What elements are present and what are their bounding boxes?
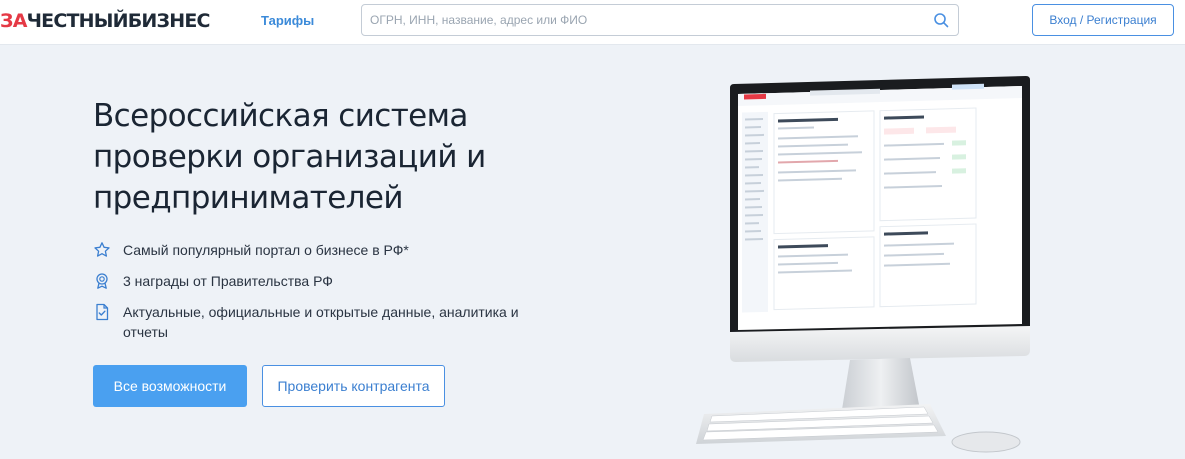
keyboard	[696, 404, 946, 444]
search-icon[interactable]	[933, 12, 949, 28]
logo-accent: ЗА	[0, 10, 27, 32]
search-input[interactable]	[370, 5, 920, 35]
site-logo[interactable]: ЗАЧЕСТНЫЙБИЗНЕС	[0, 10, 210, 32]
hero-title: Всероссийская система проверки организац…	[93, 98, 486, 216]
feature-item: Самый популярный портал о бизнесе в РФ*	[93, 240, 533, 260]
site-header: ЗАЧЕСТНЫЙБИЗНЕС Тарифы Вход / Регистраци…	[0, 0, 1185, 45]
check-counterparty-button[interactable]: Проверить контрагента	[262, 365, 445, 407]
star-icon	[94, 242, 110, 257]
feature-item: Актуальные, официальные и открытые данны…	[93, 302, 533, 342]
features-list: Самый популярный портал о бизнесе в РФ* …	[93, 240, 533, 353]
feature-item: 3 награды от Правительства РФ	[93, 271, 533, 291]
feature-text: Актуальные, официальные и открытые данны…	[123, 304, 519, 340]
document-check-icon	[96, 303, 109, 321]
search-box	[361, 4, 959, 36]
all-features-button[interactable]: Все возможности	[93, 365, 247, 407]
mouse	[951, 431, 1021, 453]
logo-text: ЧЕСТНЫЙБИЗНЕС	[26, 10, 211, 32]
award-medal-icon	[96, 273, 108, 289]
nav-link-tariffs[interactable]: Тарифы	[261, 13, 314, 28]
login-register-button[interactable]: Вход / Регистрация	[1032, 4, 1174, 36]
feature-text: 3 награды от Правительства РФ	[123, 273, 333, 289]
monitor-screen	[738, 83, 1022, 330]
monitor	[730, 76, 1030, 362]
feature-text: Самый популярный портал о бизнесе в РФ*	[123, 242, 409, 258]
computer-illustration	[696, 76, 1030, 453]
